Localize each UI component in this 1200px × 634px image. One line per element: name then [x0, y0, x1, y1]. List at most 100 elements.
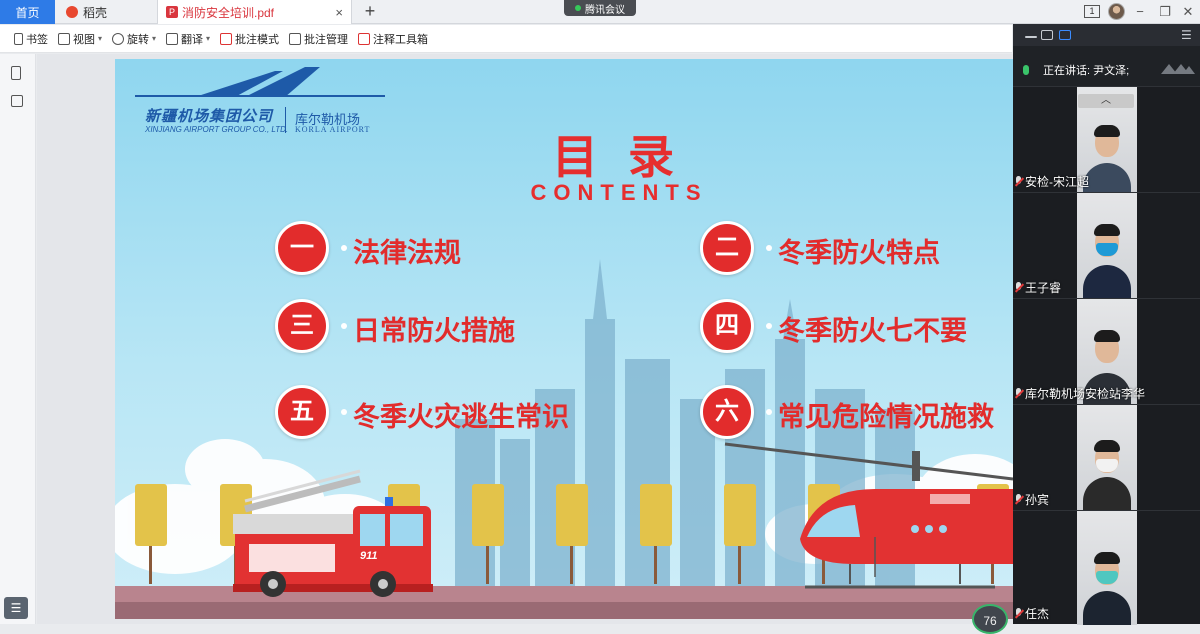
list-layout-icon[interactable]	[1059, 30, 1071, 40]
bullet-dot	[341, 245, 347, 251]
toc-item: 法律法规	[353, 238, 461, 268]
tab-daoke-label: 稻壳	[83, 5, 108, 20]
participant-tile[interactable]: 库尔勒机场安检站李华	[1013, 298, 1200, 407]
close-window-button[interactable]: ✕	[1178, 2, 1198, 22]
logo-company-name-en: XINJIANG AIRPORT GROUP CO., LTD.	[145, 125, 289, 134]
pdf-toolbar: 书签 视图 ▾ 旋转 ▾ 翻译 ▾ 批注模式 批注管理 注释工具箱	[0, 25, 1012, 53]
tab-home[interactable]: 首页	[0, 0, 55, 24]
item-number-badge: 一	[275, 221, 329, 275]
bookmark-icon[interactable]	[11, 66, 21, 80]
toc-item: 日常防火措施	[353, 316, 515, 346]
collapse-video-button[interactable]: ︿	[1078, 94, 1134, 108]
participant-hair	[1094, 440, 1120, 452]
window-mode-icon[interactable]	[1041, 30, 1053, 40]
meeting-status-pill[interactable]: 腾讯会议	[564, 0, 636, 16]
bullet-dot	[766, 323, 772, 329]
tab-home-label: 首页	[15, 5, 40, 20]
slide-page: 911 新疆机场集团公司 XINJIANG AIRPORT GROUP CO.,…	[115, 59, 1013, 619]
comment-icon	[289, 32, 302, 45]
minimize-panel-icon[interactable]	[1025, 36, 1037, 38]
participant-name-label: 王子睿	[1014, 279, 1061, 296]
participant-name-label: 孙宾	[1014, 491, 1049, 508]
participant-name-label: 任杰	[1014, 605, 1049, 622]
participant-video	[1077, 405, 1137, 511]
tab-daoke[interactable]: 稻壳	[56, 0, 156, 24]
minimize-button[interactable]: −	[1130, 2, 1150, 22]
menu-icon[interactable]: ☰	[1181, 28, 1192, 42]
participant-name-label: 库尔勒机场安检站李华	[1014, 385, 1145, 402]
logo-airport-name-en: KORLA AIRPORT	[295, 125, 371, 134]
mic-muted-icon	[1014, 494, 1023, 505]
annotation-toolbox-label: 注释工具箱	[373, 33, 429, 46]
participant-name: 库尔勒机场安检站李华	[1025, 387, 1146, 401]
bookmark-button[interactable]: 书签	[14, 31, 48, 47]
rotate-button[interactable]: 旋转 ▾	[112, 31, 156, 47]
participant-hair	[1094, 330, 1120, 342]
tab-close-icon[interactable]: ×	[335, 5, 343, 20]
toolbox-icon	[358, 32, 371, 45]
bullet-dot	[766, 409, 772, 415]
participant-name: 王子睿	[1025, 281, 1062, 295]
tab-pdf-document[interactable]: P 消防安全培训.pdf ×	[157, 0, 352, 24]
restore-button[interactable]: ❐	[1155, 2, 1175, 22]
mic-muted-icon	[1014, 608, 1023, 619]
participant-video	[1077, 511, 1137, 625]
rotate-icon	[112, 32, 125, 45]
panel-header: ☰	[1013, 24, 1200, 46]
meeting-panel: ☰ 正在讲话: 尹文泽; 安检-宋江超 王子睿 库尔勒机场安检站李华 孙宾 任杰	[1013, 24, 1200, 625]
item-number-badge: 五	[275, 385, 329, 439]
annotation-mode-button[interactable]: 批注模式	[220, 31, 279, 47]
truck-number: 911	[360, 550, 378, 562]
translate-icon	[166, 32, 179, 45]
signal-icon	[575, 5, 581, 11]
page-indicator[interactable]: 1	[1084, 5, 1100, 18]
participant-video	[1077, 193, 1137, 299]
view-label: 视图	[73, 33, 95, 46]
participant-name: 安检-宋江超	[1025, 175, 1089, 189]
bookmark-icon	[14, 32, 23, 45]
slide-title: 目录	[552, 131, 704, 183]
daoke-icon	[66, 6, 78, 18]
tencent-meeting-logo	[1161, 64, 1195, 74]
participant-tile[interactable]: 王子睿	[1013, 192, 1200, 299]
participant-tile[interactable]: 孙宾	[1013, 404, 1200, 511]
new-tab-button[interactable]: +	[360, 0, 380, 24]
item-number-badge: 二	[700, 221, 754, 275]
translate-label: 翻译	[181, 33, 204, 46]
comment-icon[interactable]	[11, 95, 23, 107]
participant-hair	[1094, 125, 1120, 137]
view-icon	[58, 32, 70, 45]
annotation-toolbox-button[interactable]: 注释工具箱	[358, 31, 428, 47]
translate-button[interactable]: 翻译 ▾	[166, 31, 210, 47]
toc-item: 冬季火灾逃生常识	[353, 402, 569, 432]
user-avatar[interactable]	[1108, 3, 1125, 20]
toc-item: 冬季防火七不要	[778, 316, 967, 346]
bullet-dot	[341, 323, 347, 329]
participant-name: 任杰	[1025, 607, 1050, 621]
rotate-label: 旋转	[127, 33, 150, 46]
chevron-down-icon: ▾	[152, 34, 157, 43]
mic-muted-icon	[1014, 176, 1023, 187]
participant-tile[interactable]: 任杰	[1013, 510, 1200, 625]
participant-name-label: 安检-宋江超	[1014, 173, 1089, 190]
logo-company-name: 新疆机场集团公司	[145, 108, 274, 125]
annotation-manage-button[interactable]: 批注管理	[289, 31, 348, 47]
view-button[interactable]: 视图 ▾	[58, 31, 102, 47]
slide-subtitle: CONTENTS	[530, 180, 708, 205]
bullet-dot	[341, 409, 347, 415]
participant-hair	[1094, 224, 1120, 236]
item-number-badge: 三	[275, 299, 329, 353]
speaking-label: 正在讲话: 尹文泽;	[1043, 65, 1130, 77]
outline-toggle-icon[interactable]: ☰	[4, 597, 28, 619]
mic-muted-icon	[1014, 282, 1023, 293]
annotation-mode-icon	[220, 32, 233, 45]
tab-pdf-label: 消防安全培训.pdf	[182, 5, 275, 20]
mic-muted-icon	[1014, 388, 1023, 399]
participant-hair	[1094, 552, 1120, 564]
participant-body	[1083, 477, 1131, 511]
participant-name: 孙宾	[1025, 493, 1050, 507]
meeting-timer-badge[interactable]: 76	[972, 604, 1008, 634]
item-number-badge: 六	[700, 385, 754, 439]
microphone-icon	[1023, 65, 1029, 75]
toc-item: 冬季防火特点	[778, 238, 940, 268]
